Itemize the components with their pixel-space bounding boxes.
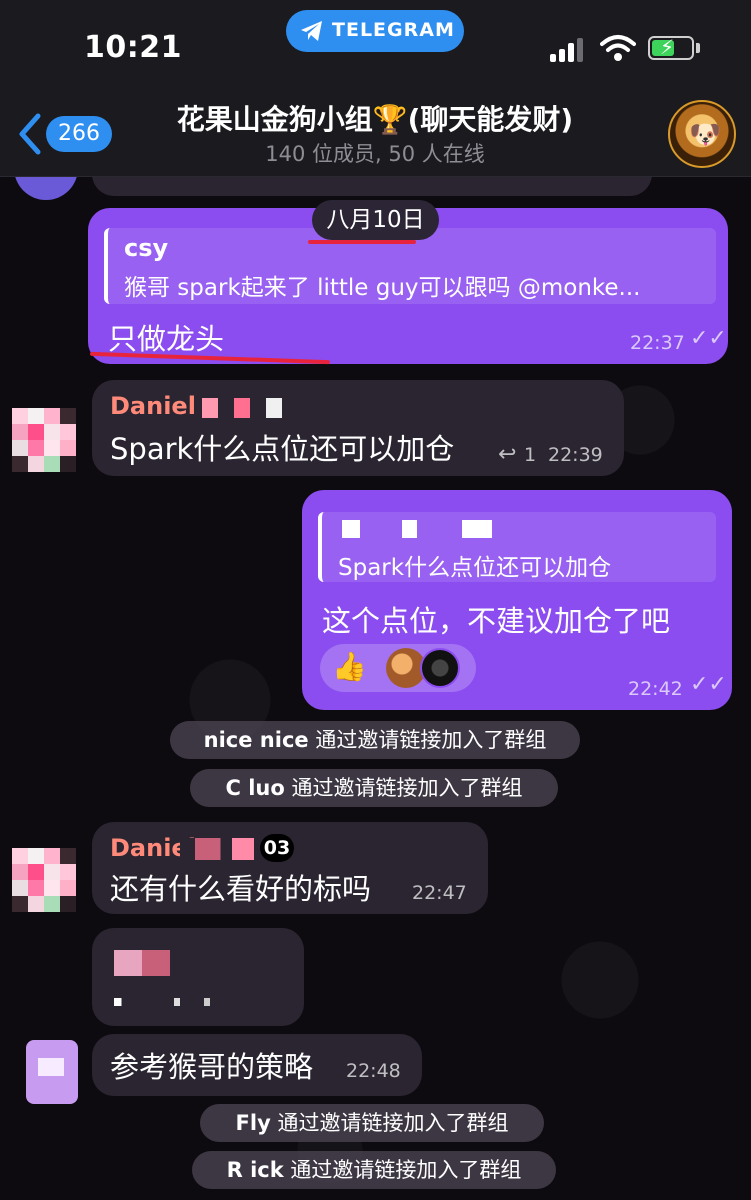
read-checkmarks-icon: ✓✓ bbox=[690, 326, 727, 351]
back-chevron-icon[interactable] bbox=[14, 110, 44, 158]
reply-count[interactable]: 1 bbox=[524, 444, 536, 466]
message-bubble-incoming[interactable]: Daniel 03 还有什么看好的标吗 22:47 bbox=[92, 822, 488, 914]
joined-user-name[interactable]: nice nice bbox=[204, 728, 309, 752]
message-bubble-incoming[interactable]: Daniel Spark什么点位还可以加仓 ↩ 1 22:39 bbox=[92, 380, 624, 476]
reply-arrow-icon[interactable]: ↩ bbox=[498, 442, 516, 467]
join-action: 通过邀请链接加入了群组 bbox=[270, 1111, 509, 1135]
unread-count-badge[interactable]: 266 bbox=[46, 116, 112, 152]
clock: 10:21 bbox=[84, 30, 182, 65]
redacted-content bbox=[114, 998, 264, 1006]
daniel-avatar[interactable] bbox=[12, 408, 76, 472]
dog-icon: 🐶 bbox=[689, 120, 722, 150]
service-message: C luo 通过邀请链接加入了群组 bbox=[190, 769, 558, 807]
reply-text: 猴哥 spark起来了 little guy可以跟吗 @monke... bbox=[124, 275, 641, 301]
message-bubble-outgoing[interactable]: Spark什么点位还可以加仓 这个点位，不建议加仓了吧 👍 22:42 ✓✓ bbox=[302, 490, 732, 710]
message-text: 还有什么看好的标吗 bbox=[110, 872, 372, 906]
message-text: 只做龙头 bbox=[108, 322, 225, 356]
reaction-chip[interactable]: 👍 bbox=[320, 644, 476, 692]
charging-bolt-icon: ⚡ bbox=[660, 35, 675, 59]
telegram-pill[interactable]: TELEGRAM bbox=[286, 10, 464, 52]
message-bubble-incoming[interactable]: 参考猴哥的策略 22:48 bbox=[92, 1034, 422, 1096]
service-message: R ick 通过邀请链接加入了群组 bbox=[192, 1151, 556, 1189]
sender-name[interactable]: Daniel bbox=[110, 392, 196, 420]
chat-subtitle[interactable]: 140 位成员, 50 人在线 bbox=[120, 138, 630, 168]
reactor-avatar[interactable] bbox=[420, 648, 460, 688]
daniel-avatar[interactable] bbox=[12, 848, 76, 912]
annotation-underline bbox=[308, 240, 416, 244]
joined-user-name[interactable]: Fly bbox=[236, 1111, 271, 1135]
date-separator: 八月10日 bbox=[312, 200, 439, 240]
message-time: 22:37 bbox=[630, 332, 685, 354]
joined-user-name[interactable]: C luo bbox=[226, 776, 285, 800]
message-text: 参考猴哥的策略 bbox=[110, 1050, 314, 1084]
reply-author: csy bbox=[124, 234, 169, 262]
battery-nub bbox=[696, 43, 700, 53]
reply-quote[interactable]: Spark什么点位还可以加仓 bbox=[318, 512, 716, 582]
redacted-message-bubble[interactable] bbox=[92, 928, 304, 1026]
redacted-username bbox=[202, 398, 282, 418]
message-time: 22:42 bbox=[628, 678, 683, 700]
redacted-username bbox=[180, 838, 254, 860]
join-action: 通过邀请链接加入了群组 bbox=[308, 728, 547, 752]
message-time: 22:47 bbox=[412, 882, 467, 904]
group-avatar[interactable]: 🐶 bbox=[668, 100, 736, 168]
sender-suffix: 03 bbox=[260, 834, 294, 862]
thumbs-up-icon: 👍 bbox=[332, 650, 367, 683]
chat-header: 266 花果山金狗小组🏆(聊天能发财) 140 位成员, 50 人在线 🐶 bbox=[0, 92, 751, 177]
chat-title[interactable]: 花果山金狗小组🏆(聊天能发财) bbox=[120, 98, 630, 138]
read-checkmarks-icon: ✓✓ bbox=[690, 672, 727, 697]
redacted-content bbox=[114, 950, 170, 976]
join-action: 通过邀请链接加入了群组 bbox=[284, 776, 523, 800]
message-text: Spark什么点位还可以加仓 bbox=[110, 432, 455, 466]
message-time: 22:48 bbox=[346, 1060, 401, 1082]
telegram-label: TELEGRAM bbox=[332, 19, 455, 41]
wifi-icon bbox=[600, 35, 636, 61]
reply-text: Spark什么点位还可以加仓 bbox=[338, 555, 612, 581]
message-time: 22:39 bbox=[548, 444, 603, 466]
cellular-signal-icon bbox=[550, 36, 586, 62]
message-text: 这个点位，不建议加仓了吧 bbox=[322, 604, 671, 638]
service-message: Fly 通过邀请链接加入了群组 bbox=[200, 1104, 544, 1142]
join-action: 通过邀请链接加入了群组 bbox=[283, 1158, 522, 1182]
service-message: nice nice 通过邀请链接加入了群组 bbox=[170, 721, 580, 759]
status-bar: 10:21 TELEGRAM ⚡ bbox=[0, 0, 751, 92]
sender-avatar[interactable] bbox=[26, 1040, 78, 1104]
telegram-plane-icon bbox=[301, 21, 322, 41]
joined-user-name[interactable]: R ick bbox=[227, 1158, 284, 1182]
